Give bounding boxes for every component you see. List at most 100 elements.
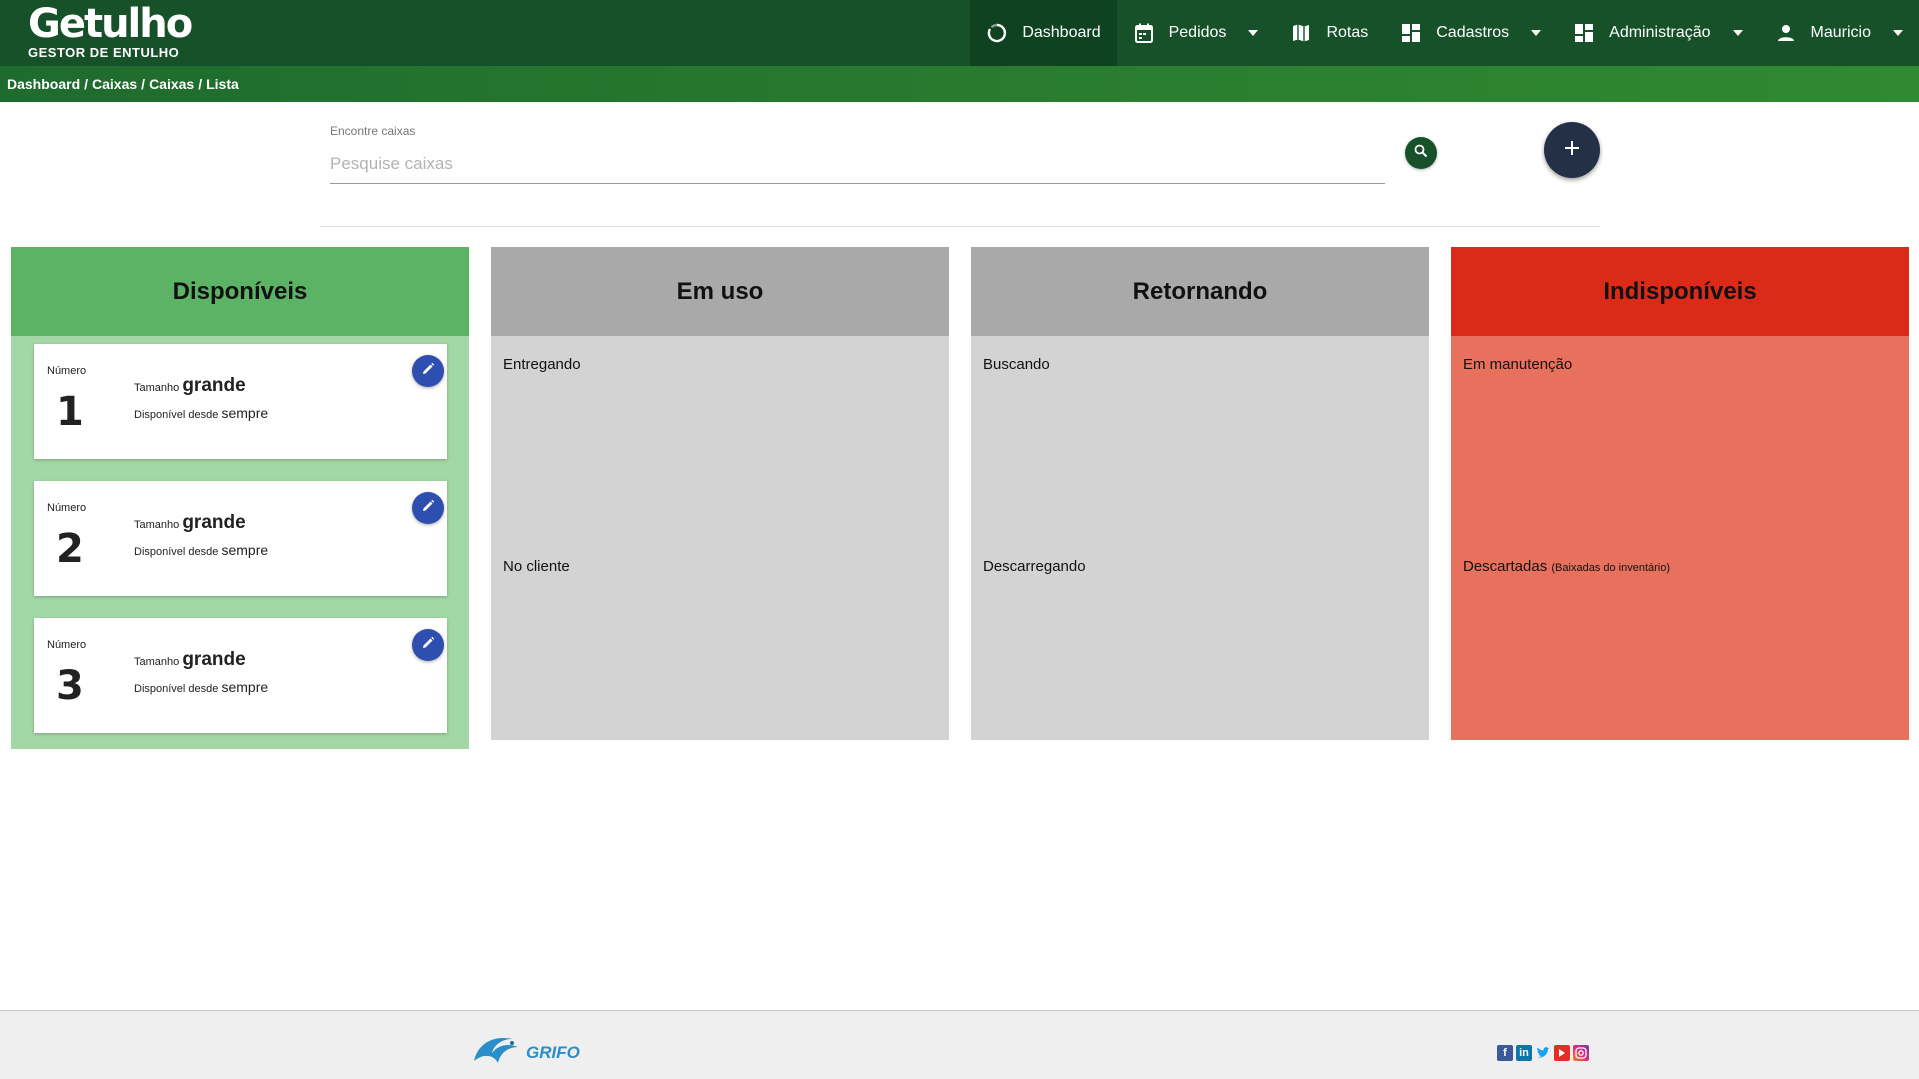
size-value: grande	[182, 649, 246, 670]
chevron-down-icon	[1531, 30, 1542, 36]
since-info: Disponível desde sempre	[134, 405, 268, 421]
since-value: sempre	[221, 679, 269, 695]
breadcrumb-item[interactable]: Dashboard	[7, 76, 80, 92]
company-name: GRIFO	[526, 1042, 580, 1062]
youtube-icon[interactable]	[1554, 1045, 1570, 1061]
column-returning: Retornando Buscando Descarregando	[971, 247, 1429, 740]
size-info: Tamanho grande	[134, 649, 246, 671]
subsection-unloading: Descarregando	[983, 558, 1086, 575]
subsection-fetching: Buscando	[983, 356, 1050, 373]
nav-item-label: Rotas	[1326, 24, 1369, 41]
discarded-label: Descartadas	[1463, 558, 1548, 575]
size-label: Tamanho	[134, 382, 180, 394]
divider	[320, 226, 1600, 227]
subsection-maintenance: Em manutenção	[1463, 356, 1573, 373]
size-info: Tamanho grande	[134, 375, 246, 397]
nav-item-administracao[interactable]: Administração	[1557, 0, 1758, 66]
breadcrumb-item: Lista	[206, 76, 239, 92]
box-card[interactable]: Número 2 Tamanho grande Disponível desde…	[34, 481, 447, 596]
edit-button[interactable]	[412, 629, 444, 661]
since-label: Disponível desde	[134, 546, 219, 558]
nav-item-label: Dashboard	[1022, 24, 1101, 41]
nav-item-cadastros[interactable]: Cadastros	[1384, 0, 1557, 66]
brand-logo[interactable]: Getulho GESTOR DE ENTULHO	[28, 1, 193, 62]
size-value: grande	[182, 512, 246, 533]
nav-item-pedidos[interactable]: Pedidos	[1117, 0, 1275, 66]
map-icon	[1290, 22, 1312, 44]
since-info: Disponível desde sempre	[134, 679, 268, 695]
column-title: Indisponíveis	[1451, 247, 1909, 336]
since-label: Disponível desde	[134, 409, 219, 421]
subsection-at-client: No cliente	[503, 558, 570, 575]
breadcrumb-item[interactable]: Caixas	[92, 76, 137, 92]
facebook-icon[interactable]: f	[1497, 1045, 1513, 1061]
brand-tagline: GESTOR DE ENTULHO	[28, 45, 180, 60]
box-card[interactable]: Número 1 Tamanho grande Disponível desde…	[34, 344, 447, 459]
add-box-button[interactable]	[1544, 122, 1600, 178]
column-title: Disponíveis	[11, 247, 469, 336]
size-value: grande	[182, 375, 246, 396]
grifo-logo-icon	[472, 1033, 522, 1072]
column-body: Buscando Descarregando	[971, 336, 1429, 740]
column-unavailable: Indisponíveis Em manutenção Descartadas …	[1451, 247, 1909, 740]
column-body: Em manutenção Descartadas (Baixadas do i…	[1451, 336, 1909, 740]
column-body: Entregando No cliente	[491, 336, 949, 740]
box-number: 2	[56, 526, 84, 572]
search-icon	[1414, 144, 1428, 163]
chevron-down-icon	[1248, 30, 1259, 36]
breadcrumb: Dashboard / Caixas / Caixas / Lista	[0, 66, 1919, 102]
company-logo[interactable]: GRIFO	[472, 1033, 580, 1072]
top-navbar: Getulho GESTOR DE ENTULHO Dashboard Pedi…	[0, 0, 1919, 66]
search-label: Encontre caixas	[330, 124, 416, 138]
number-label: Número	[47, 639, 87, 651]
nav-item-label: Administração	[1609, 24, 1711, 41]
number-label: Número	[47, 365, 87, 377]
since-info: Disponível desde sempre	[134, 542, 268, 558]
main-nav: Dashboard Pedidos Rotas Cadastros Admini…	[970, 0, 1919, 66]
column-available: Disponíveis Número 1 Tamanho grande Disp…	[11, 247, 469, 749]
size-label: Tamanho	[134, 519, 180, 531]
breadcrumb-item[interactable]: Caixas	[149, 76, 194, 92]
instagram-icon[interactable]	[1573, 1045, 1589, 1061]
search-button[interactable]	[1405, 137, 1437, 169]
linkedin-icon[interactable]: in	[1516, 1045, 1532, 1061]
plus-icon	[1563, 139, 1581, 162]
dashboard-icon	[986, 22, 1008, 44]
nav-item-label: Cadastros	[1436, 24, 1510, 41]
grid-icon	[1573, 22, 1595, 44]
since-value: sempre	[221, 542, 269, 558]
discarded-note: (Baixadas do inventário)	[1551, 562, 1671, 574]
edit-button[interactable]	[412, 355, 444, 387]
subsection-discarded: Descartadas (Baixadas do inventário)	[1463, 558, 1670, 575]
chevron-down-icon	[1732, 30, 1743, 36]
pencil-icon	[421, 636, 435, 655]
user-icon	[1775, 22, 1797, 44]
nav-item-user[interactable]: Mauricio	[1759, 0, 1919, 66]
since-value: sempre	[221, 405, 269, 421]
edit-button[interactable]	[412, 492, 444, 524]
nav-item-rotas[interactable]: Rotas	[1274, 0, 1384, 66]
grid-icon	[1400, 22, 1422, 44]
search-area: Encontre caixas	[330, 124, 1385, 184]
nav-item-dashboard[interactable]: Dashboard	[970, 0, 1117, 66]
calendar-icon	[1133, 22, 1155, 44]
nav-item-label: Mauricio	[1810, 24, 1871, 41]
column-title: Retornando	[971, 247, 1429, 336]
column-in-use: Em uso Entregando No cliente	[491, 247, 949, 740]
search-input[interactable]	[330, 144, 1385, 184]
footer: GRIFO f in	[0, 1010, 1919, 1079]
chevron-down-icon	[1893, 30, 1903, 36]
twitter-icon[interactable]	[1535, 1045, 1551, 1061]
nav-item-label: Pedidos	[1168, 24, 1227, 41]
size-label: Tamanho	[134, 656, 180, 668]
pencil-icon	[421, 499, 435, 518]
box-number: 1	[56, 389, 84, 435]
box-card[interactable]: Número 3 Tamanho grande Disponível desde…	[34, 618, 447, 733]
social-links: f in	[1497, 1045, 1589, 1061]
pencil-icon	[421, 362, 435, 381]
since-label: Disponível desde	[134, 683, 219, 695]
size-info: Tamanho grande	[134, 512, 246, 534]
column-title: Em uso	[491, 247, 949, 336]
brand-name: Getulho	[28, 1, 193, 47]
number-label: Número	[47, 502, 87, 514]
